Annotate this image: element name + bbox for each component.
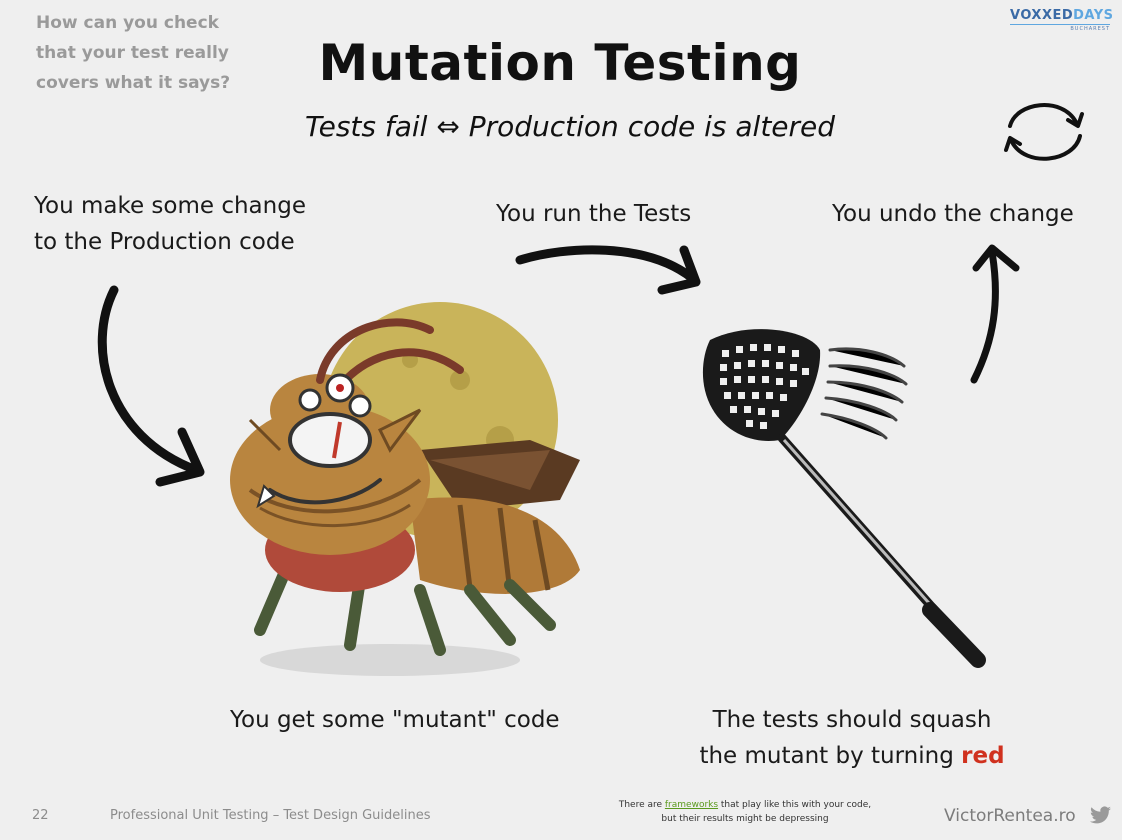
note-line-2: but their results might be depressing	[661, 814, 829, 824]
refresh-cycle-icon	[1004, 103, 1084, 161]
slide-subtitle: Tests fail ⇔ Production code is altered	[304, 110, 836, 143]
caption-make-change-line-2: to the Production code	[34, 229, 295, 255]
logo-sub: BUCHAREST	[1010, 24, 1110, 32]
site-name: VictorRentea.ro	[944, 806, 1076, 826]
mutant-bug-illustration	[230, 302, 580, 676]
note-prefix: There are	[618, 800, 665, 810]
question-text: How can you check that your test really …	[36, 8, 266, 98]
note-line-1: There are frameworks that play like this…	[560, 798, 930, 812]
question-line-1: How can you check	[36, 13, 219, 33]
red-word: red	[961, 743, 1005, 769]
question-line-3: covers what it says?	[36, 73, 231, 93]
caption-squash: The tests should squash the mutant by tu…	[672, 702, 1032, 774]
frameworks-link[interactable]: frameworks	[665, 800, 718, 810]
caption-squash-prefix: the mutant by turning	[699, 743, 962, 769]
caption-squash-line-1: The tests should squash	[712, 707, 992, 733]
caption-make-change: You make some change to the Production c…	[34, 188, 364, 260]
caption-squash-line-2: the mutant by turning red	[672, 738, 1032, 774]
event-logo: VOXXEDDAYS BUCHAREST	[1010, 8, 1114, 36]
curved-arrow-right-icon	[515, 245, 701, 295]
logo-main-a: VOXXED	[1010, 8, 1074, 23]
note-suffix: that play like this with your code,	[718, 800, 872, 810]
slide-title: Mutation Testing	[318, 34, 802, 92]
caption-undo-change: You undo the change	[832, 201, 1074, 227]
twitter-bird-icon	[1090, 806, 1111, 824]
fly-swatter-illustration	[702, 329, 986, 668]
caption-run-tests: You run the Tests	[496, 201, 692, 227]
course-title: Professional Unit Testing – Test Design …	[110, 808, 431, 823]
slide: How can you check that your test really …	[0, 0, 1122, 840]
page-number: 22	[32, 808, 49, 823]
curved-arrow-down-icon	[97, 285, 205, 487]
caption-mutant: You get some "mutant" code	[230, 707, 560, 733]
frameworks-note: There are frameworks that play like this…	[560, 798, 930, 826]
question-line-2: that your test really	[36, 43, 229, 63]
logo-main-b: DAYS	[1073, 8, 1114, 23]
caption-make-change-line-1: You make some change	[34, 193, 306, 219]
